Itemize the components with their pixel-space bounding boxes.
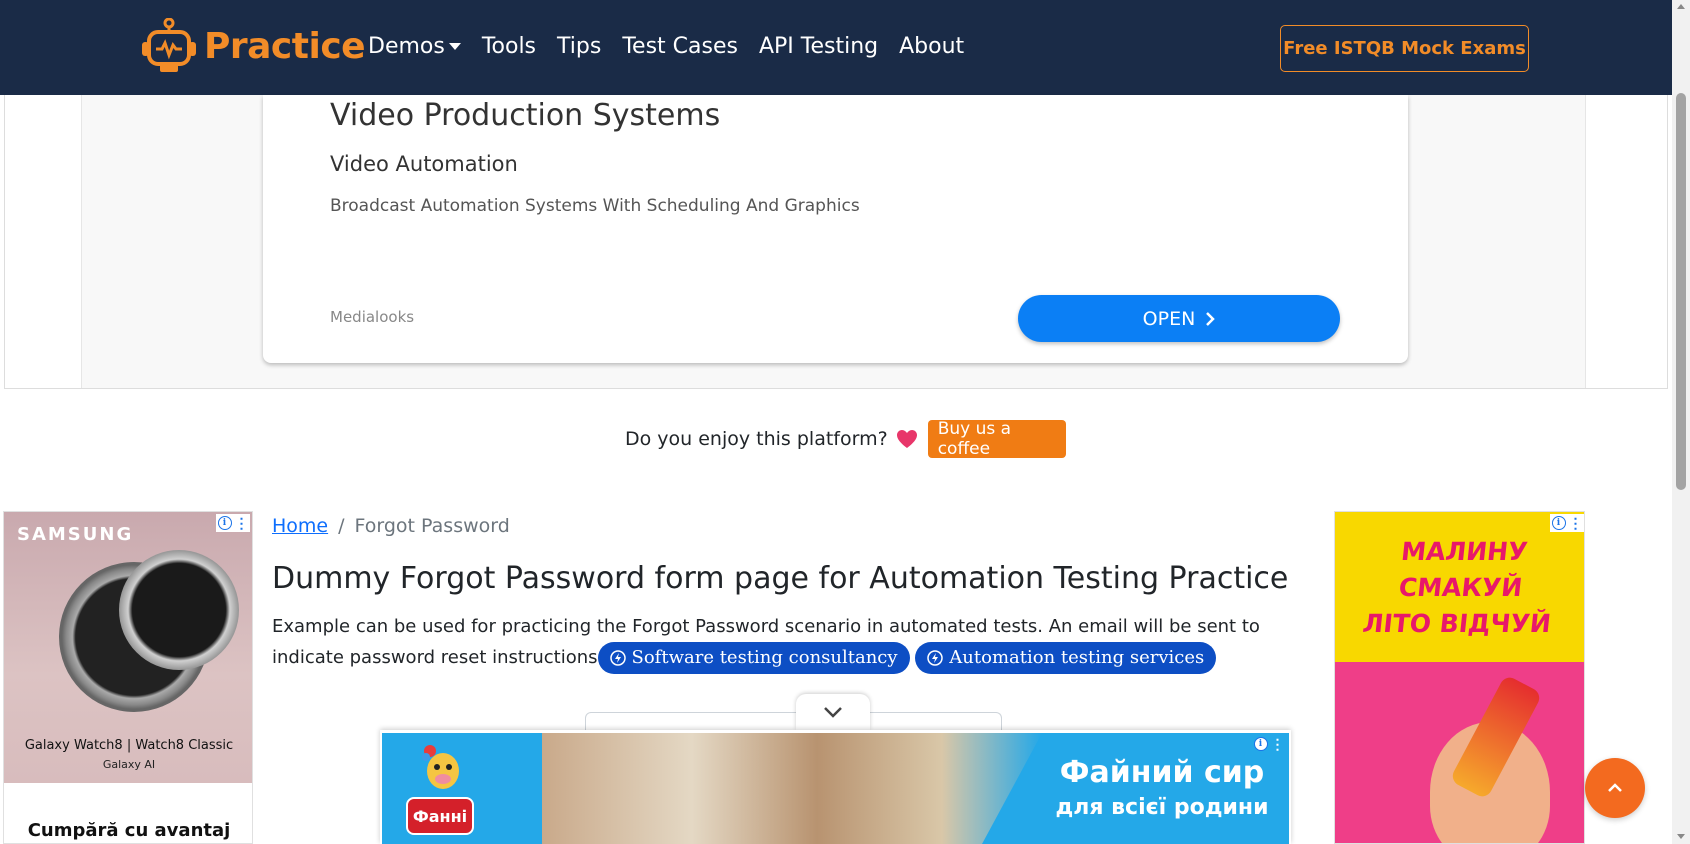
- top-ad-subtitle: Video Automation: [330, 152, 518, 176]
- cheese-ad: Фанні Файний сир для всієї родини i ⋮: [382, 733, 1289, 844]
- scroll-down-arrow-icon[interactable]: [1677, 834, 1685, 839]
- left-ad-cta[interactable]: Cumpără cu avantaj: [4, 820, 252, 841]
- scrollbar[interactable]: [1672, 0, 1690, 844]
- nav-demos[interactable]: Demos: [368, 34, 461, 59]
- right-ad-headline-line2: ЛІТО ВІДЧУЙ: [1361, 609, 1553, 638]
- caret-down-icon: [448, 43, 461, 50]
- istqb-mock-exams-button[interactable]: Free ISTQB Mock Exams: [1280, 25, 1529, 72]
- right-ad-choices[interactable]: i ⋮: [1550, 514, 1584, 532]
- navbar: Practice Demos Tools Tips Test Cases API…: [0, 0, 1672, 95]
- watch-image-2: [119, 550, 239, 670]
- nav-tools[interactable]: Tools: [482, 34, 536, 59]
- left-ad[interactable]: SAMSUNG Galaxy Watch8 | Watch8 Classic G…: [3, 511, 253, 844]
- right-ad-headline: МАЛИНУ СМАКУЙ ЛІТО ВІДЧУЙ: [1335, 534, 1584, 642]
- left-ad-choices[interactable]: i ⋮: [216, 514, 250, 532]
- nav-test-cases[interactable]: Test Cases: [622, 34, 738, 59]
- coffee-row: Do you enjoy this platform? Buy us a cof…: [625, 419, 1066, 459]
- breadcrumb-separator: /: [338, 515, 345, 537]
- brand-name: Practice: [204, 25, 366, 67]
- nav-tips[interactable]: Tips: [557, 34, 601, 59]
- scrollbar-thumb[interactable]: [1676, 93, 1686, 490]
- top-ad-title[interactable]: Video Production Systems: [330, 98, 720, 133]
- buy-coffee-button[interactable]: Buy us a coffee: [927, 419, 1066, 459]
- nav-demos-label: Demos: [368, 34, 445, 59]
- ad-info-icon[interactable]: i: [1551, 516, 1566, 530]
- top-ad-advertiser[interactable]: Medialooks: [330, 308, 414, 326]
- bottom-anchor-ad[interactable]: Фанні Файний сир для всієї родини i ⋮: [380, 730, 1291, 844]
- automation-testing-services-link[interactable]: Automation testing services: [915, 642, 1217, 674]
- lightning-circle-icon: [609, 650, 626, 666]
- bottom-ad-subtitle: для всієї родини: [1055, 795, 1269, 820]
- scroll-to-top-button[interactable]: [1585, 758, 1645, 818]
- cow-mascot-icon: [422, 745, 459, 789]
- breadcrumb: Home / Forgot Password: [272, 515, 510, 537]
- nav-links: Demos Tools Tips Test Cases API Testing …: [368, 34, 985, 59]
- ad-info-icon[interactable]: i: [1253, 737, 1268, 751]
- pill-label: Automation testing services: [949, 647, 1205, 668]
- top-ad-open-button[interactable]: OPEN: [1018, 295, 1340, 342]
- pill-label: Software testing consultancy: [631, 647, 898, 668]
- chevron-right-icon: [1206, 311, 1216, 326]
- ad-menu-icon[interactable]: ⋮: [1271, 737, 1285, 751]
- galaxy-ai-text: Galaxy AI: [102, 758, 156, 771]
- lightning-circle-icon: [927, 650, 944, 666]
- coffee-prompt: Do you enjoy this platform?: [625, 428, 888, 450]
- page-description: Example can be used for practicing the F…: [272, 612, 1332, 674]
- bottom-ad-title: Файний сир: [1059, 755, 1265, 790]
- breadcrumb-home-link[interactable]: Home: [272, 515, 328, 537]
- chevron-down-icon: [824, 707, 842, 718]
- open-button-label: OPEN: [1142, 307, 1196, 330]
- forgot-password-form-edge: [585, 712, 1002, 730]
- top-ad-description: Broadcast Automation Systems With Schedu…: [330, 196, 860, 216]
- nav-about[interactable]: About: [899, 34, 964, 59]
- scroll-up-arrow-icon[interactable]: [1677, 4, 1685, 9]
- ad-menu-icon[interactable]: ⋮: [1569, 516, 1583, 530]
- software-testing-consultancy-link[interactable]: Software testing consultancy: [597, 642, 910, 674]
- robot-logo-icon: [142, 18, 196, 72]
- heart-icon: [896, 430, 917, 448]
- page: Practice Demos Tools Tips Test Cases API…: [0, 0, 1690, 844]
- watch-ad-image: SAMSUNG Galaxy Watch8 | Watch8 Classic G…: [4, 512, 252, 783]
- collapse-ad-button[interactable]: [796, 694, 870, 730]
- fanni-logo: Фанні: [406, 797, 474, 835]
- samsung-logo: SAMSUNG: [17, 524, 134, 545]
- brand[interactable]: Practice: [140, 18, 366, 74]
- page-title: Dummy Forgot Password form page for Auto…: [272, 561, 1289, 596]
- right-ad-headline-line1: МАЛИНУ СМАКУЙ: [1397, 537, 1529, 602]
- food-image: [542, 733, 1042, 844]
- breadcrumb-current: Forgot Password: [354, 515, 510, 537]
- ad-menu-icon[interactable]: ⋮: [235, 516, 249, 530]
- chevron-up-icon: [1608, 783, 1622, 792]
- bottom-ad-choices[interactable]: i ⋮: [1252, 735, 1286, 753]
- right-ad[interactable]: МАЛИНУ СМАКУЙ ЛІТО ВІДЧУЙ i ⋮: [1334, 511, 1585, 844]
- watch-model-text: Galaxy Watch8 | Watch8 Classic: [24, 738, 234, 753]
- nav-api-testing[interactable]: API Testing: [759, 34, 878, 59]
- ad-info-icon[interactable]: i: [217, 516, 232, 530]
